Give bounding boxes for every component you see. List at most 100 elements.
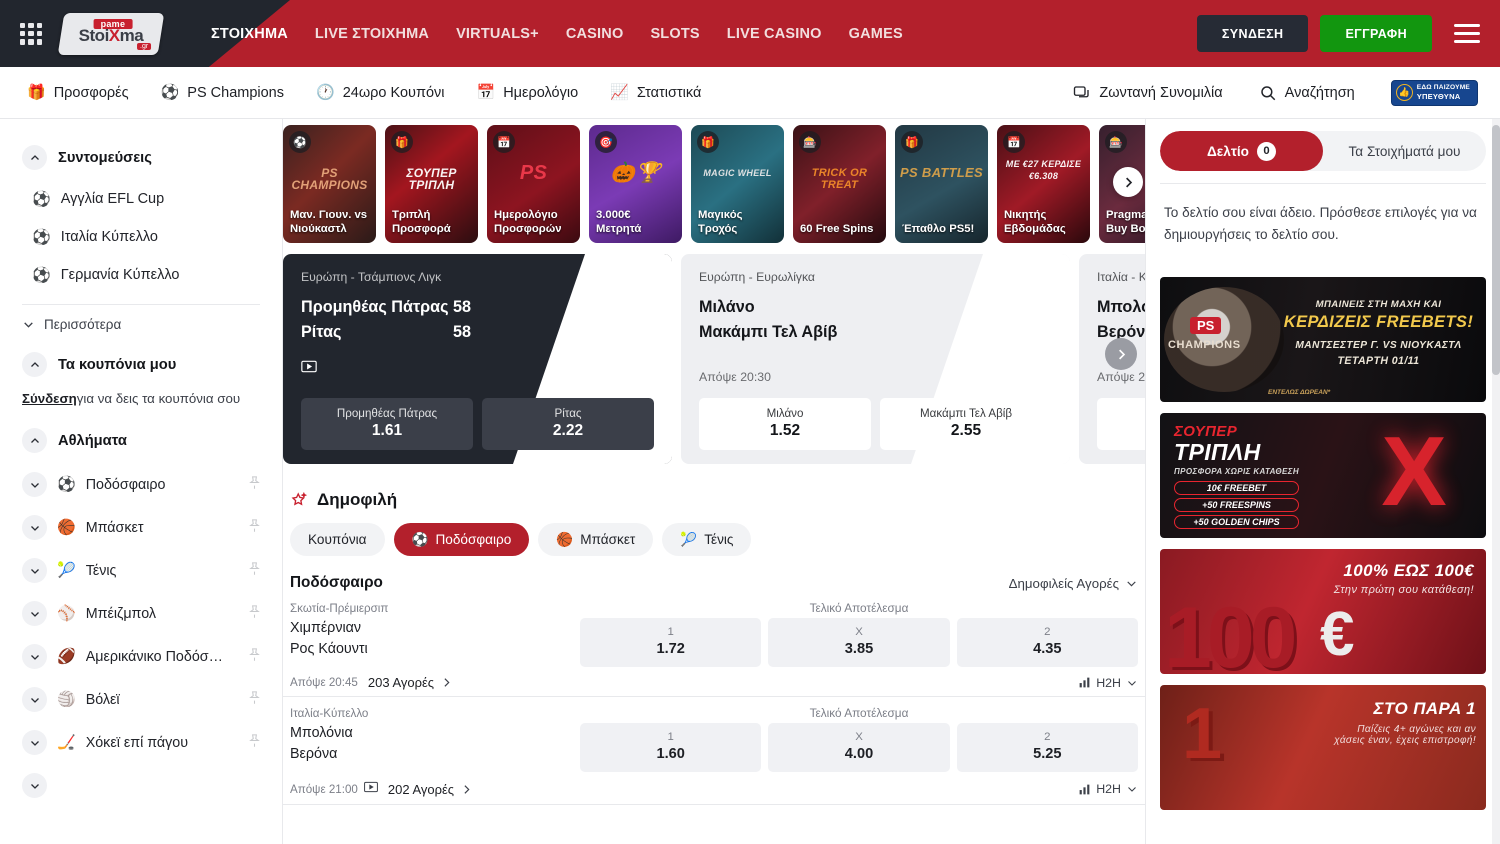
match-markets-count[interactable]: 202 Αγορές [388,782,454,797]
nav-live-casino[interactable]: LIVE CASINO [727,26,822,42]
pin-icon[interactable] [247,733,262,753]
sidebar-item-basketball[interactable]: 🏀 Μπάσκετ [0,506,282,549]
promo-tile[interactable]: 🎁 ΣΟΥΠΕΡ ΤΡΙΠΛΗ Τριπλή Προσφορά [385,125,478,243]
nav-virtuals[interactable]: VIRTUALS+ [456,26,539,42]
chevron-down-icon[interactable] [22,601,47,626]
featured-match-card[interactable]: Ευρώπη - Ευρωλίγκα Μιλάνο Μακάμπι Τελ Αβ… [681,254,1070,464]
nav-casino[interactable]: CASINO [566,26,624,42]
tab-basketball[interactable]: 🏀 Μπάσκετ [538,523,653,556]
sidebar-item-baseball[interactable]: ⚾ Μπέιζμπολ [0,592,282,635]
subnav-item-calendar[interactable]: 📅 Ημερολόγιο [477,85,579,101]
promo-tile[interactable]: 🎁 PS BATTLES Έπαθλο PS5! [895,125,988,243]
sidebar-item-efl-cup[interactable]: ⚽ Αγγλία EFL Cup [0,180,282,218]
sidebar-item-ice-hockey[interactable]: 🏒 Χόκεϊ επί πάγου [0,721,282,764]
promo-tile[interactable]: 📅 ΜΕ €27 ΚΕΡΔΙΣΕ €6.308 Νικητής Εβδομάδα… [997,125,1090,243]
sidebar-item-volleyball[interactable]: 🏐 Βόλεϊ [0,678,282,721]
promo-tile[interactable]: 📅 PS Ημερολόγιο Προσφορών [487,125,580,243]
tab-football[interactable]: ⚽ Ποδόσφαιρο [394,523,530,556]
chevron-down-icon[interactable] [22,644,47,669]
sidebar-section-sports[interactable]: Αθλήματα [0,420,282,463]
h2h-button[interactable]: H2H [1078,676,1138,690]
sidebar-section-my-coupons[interactable]: Τα κουπόνια μου [0,344,282,387]
promo-tile[interactable]: 🎯 🎃🏆 3.000€ Μετρητά [589,125,682,243]
odd-button-x[interactable]: X 4.00 [768,723,949,772]
nav-stoixima[interactable]: ΣΤΟΙΧΗΜΑ [211,26,288,42]
match-markets-count[interactable]: 203 Αγορές [368,675,434,690]
chevron-right-icon[interactable] [440,676,453,689]
chevron-down-icon[interactable] [22,558,47,583]
site-logo[interactable]: pame StoiXma .gr [58,10,164,58]
chevron-down-icon[interactable] [22,687,47,712]
sidebar-item-tennis[interactable]: 🎾 Τένις [0,549,282,592]
pin-icon[interactable] [247,475,262,495]
odd-name: Ρίτας [488,406,648,421]
tab-coupons[interactable]: Κουπόνια [290,523,385,556]
coupons-login-link[interactable]: Σύνδεση [22,391,77,406]
nav-slots[interactable]: SLOTS [650,26,699,42]
sidebar-item-football[interactable]: ⚽ Ποδόσφαιρο [0,463,282,506]
chevron-down-icon[interactable] [22,730,47,755]
odd-button[interactable]: 1 1.60 [1097,398,1145,450]
responsible-gaming-badge[interactable]: 👍 ΕΔΩ ΠΑΙΖΟΥΜΕ ΥΠΕΥΘΥΝΑ [1391,80,1478,106]
subnav-item-ps-champions[interactable]: ⚽ PS Champions [161,85,284,101]
pin-icon[interactable] [247,647,262,667]
featured-match-card[interactable]: Ευρώπη - Τσάμπιονς Λιγκ Προμηθέας Πάτρας… [283,254,672,464]
live-chat-button[interactable]: Ζωντανή Συνομιλία [1073,84,1222,102]
ps-champions-banner[interactable]: PS CHAMPIONS ΜΠΑΙΝΕΙΣ ΣΤΗ ΜΑΧΗ ΚΑΙ ΚΕΡΔΙ… [1160,277,1486,402]
deposit-bonus-banner[interactable]: 100 € 100% ΕΩΣ 100€ Στην πρώτη σου κατάθ… [1160,549,1486,674]
odd-button-2[interactable]: 2 4.35 [957,618,1138,667]
tab-betslip[interactable]: Δελτίο 0 [1160,131,1323,171]
promo-tile[interactable]: 🎰 TRICK OR TREAT 60 Free Spins [793,125,886,243]
chevron-down-icon[interactable] [22,773,47,798]
chevron-right-icon[interactable] [460,783,473,796]
odd-button-1[interactable]: 1 1.72 [580,618,761,667]
odd-button-2[interactable]: 2 5.25 [957,723,1138,772]
pin-icon[interactable] [247,561,262,581]
chevron-down-icon[interactable] [22,472,47,497]
odd-button[interactable]: Προμηθέας Πάτρας 1.61 [301,398,473,450]
nav-live-stoixima[interactable]: LIVE ΣΤΟΙΧΗΜΑ [315,26,429,42]
register-button[interactable]: ΕΓΓΡΑΦΗ [1320,15,1432,52]
live-stream-icon[interactable] [364,780,378,798]
promo-tile[interactable]: 🎁 MAGIC WHEEL Μαγικός Τροχός [691,125,784,243]
sidebar-section-shortcuts[interactable]: Συντομεύσεις [0,137,282,180]
odd-button-x[interactable]: X 3.85 [768,618,949,667]
pin-icon[interactable] [247,518,262,538]
pin-icon[interactable] [247,604,262,624]
h2h-button[interactable]: H2H [1078,782,1138,796]
nav-games[interactable]: GAMES [849,26,903,42]
apps-grid-icon[interactable] [18,21,44,47]
subnav-item-24h-coupon[interactable]: 🕐 24ωρο Κουπόνι [316,85,445,101]
sto-para-1-banner[interactable]: 1 ΣΤΟ ΠΑΡΑ 1 Παίζεις 4+ αγώνες και αν χά… [1160,685,1486,810]
tab-label-basketball: Μπάσκετ [580,532,635,547]
odd-button[interactable]: Ρίτας 2.22 [482,398,654,450]
subnav-item-statistics[interactable]: 📈 Στατιστικά [610,85,701,101]
search-button[interactable]: Αναζήτηση [1259,84,1355,102]
odd-button-1[interactable]: 1 1.60 [580,723,761,772]
promos-next-button[interactable] [1113,167,1143,197]
odd-button[interactable]: Μακάμπι Τελ Αβίβ 2.55 [880,398,1052,450]
sidebar-item-partial[interactable] [0,764,282,807]
subnav-label-offers: Προσφορές [54,85,129,101]
markets-selector[interactable]: Δημοφιλείς Αγορές [1009,576,1138,591]
super-tripli-banner[interactable]: X ΣΟΥΠΕΡ ΤΡΙΠΛΗ ΠΡΟΣΦΟΡΑ ΧΩΡΙΣ ΚΑΤΑΘΕΣΗ … [1160,413,1486,538]
chevron-down-icon[interactable] [22,515,47,540]
odd-button[interactable]: Μιλάνο 1.52 [699,398,871,450]
target-icon: 🎯 [595,131,617,153]
tab-my-bets[interactable]: Τα Στοιχήματά μου [1323,131,1486,171]
featured-next-button[interactable] [1105,338,1137,370]
promo-tile[interactable]: ⚽ PS CHAMPIONS Μαν. Γιουν. vs Νιούκαστλ [283,125,376,243]
login-button[interactable]: ΣΥΝΔΕΣΗ [1197,15,1309,52]
sidebar-item-italy-cup[interactable]: ⚽ Ιταλία Κύπελλο [0,218,282,256]
live-stream-icon[interactable] [301,360,654,378]
page-scrollbar-thumb[interactable] [1492,125,1500,375]
sidebar-more-button[interactable]: Περισσότερα [0,305,282,344]
sidebar-item-american-football[interactable]: 🏈 Αμερικάνικο Ποδόσ… [0,635,282,678]
hamburger-menu-icon[interactable] [1454,24,1480,43]
subnav-item-offers[interactable]: 🎁 Προσφορές [27,85,129,101]
tab-tennis[interactable]: 🎾 Τένις [662,523,751,556]
match-row[interactable]: Ιταλία-Κύπελλο Μπολόνια Βερόνα Τελικό Απ… [283,697,1145,805]
pin-icon[interactable] [247,690,262,710]
sidebar-item-germany-cup[interactable]: ⚽ Γερμανία Κύπελλο [0,256,282,294]
match-row[interactable]: Σκωτία-Πρέμιερσιπ Χιμπέρνιαν Ρος Κάουντι… [283,592,1145,697]
